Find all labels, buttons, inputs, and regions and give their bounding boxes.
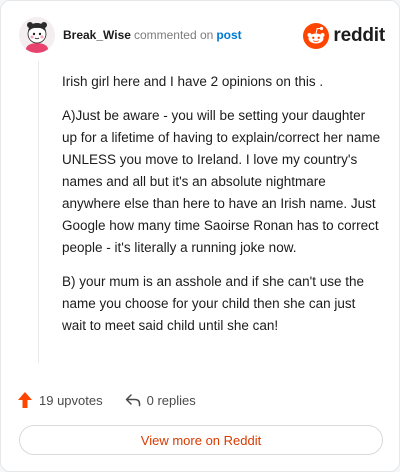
reddit-wordmark: reddit	[333, 25, 385, 46]
reply-count: 0 replies	[146, 392, 196, 408]
upvote-button[interactable]: 19 upvotes	[17, 391, 103, 409]
upvote-count: 19 upvotes	[39, 392, 103, 408]
upvote-arrow-icon	[18, 392, 32, 408]
commented-on-text: commented on	[133, 28, 214, 42]
reply-icon	[125, 394, 140, 407]
comment-paragraph: A)Just be aware - you will be setting yo…	[62, 108, 381, 255]
comment-paragraph: B) your mum is an asshole and if she can…	[62, 274, 364, 333]
byline: Break_Wise commented on post	[63, 28, 242, 42]
reply-button[interactable]: 0 replies	[125, 392, 196, 408]
comment-paragraph: Irish girl here and I have 2 opinions on…	[62, 74, 324, 89]
embedded-comment-card: Break_Wise commented on post reddit Irish …	[0, 0, 400, 472]
thread-line	[38, 61, 39, 363]
avatar[interactable]	[19, 17, 55, 53]
reddit-icon	[303, 23, 330, 49]
view-more-button[interactable]: View more on Reddit	[19, 425, 383, 455]
comment-actions: 19 upvotes 0 replies	[17, 387, 196, 413]
comment-body: Irish girl here and I have 2 opinions on…	[62, 71, 382, 349]
post-link[interactable]: post	[216, 28, 241, 42]
username[interactable]: Break_Wise	[63, 28, 131, 42]
reddit-logo[interactable]: reddit	[303, 23, 385, 49]
